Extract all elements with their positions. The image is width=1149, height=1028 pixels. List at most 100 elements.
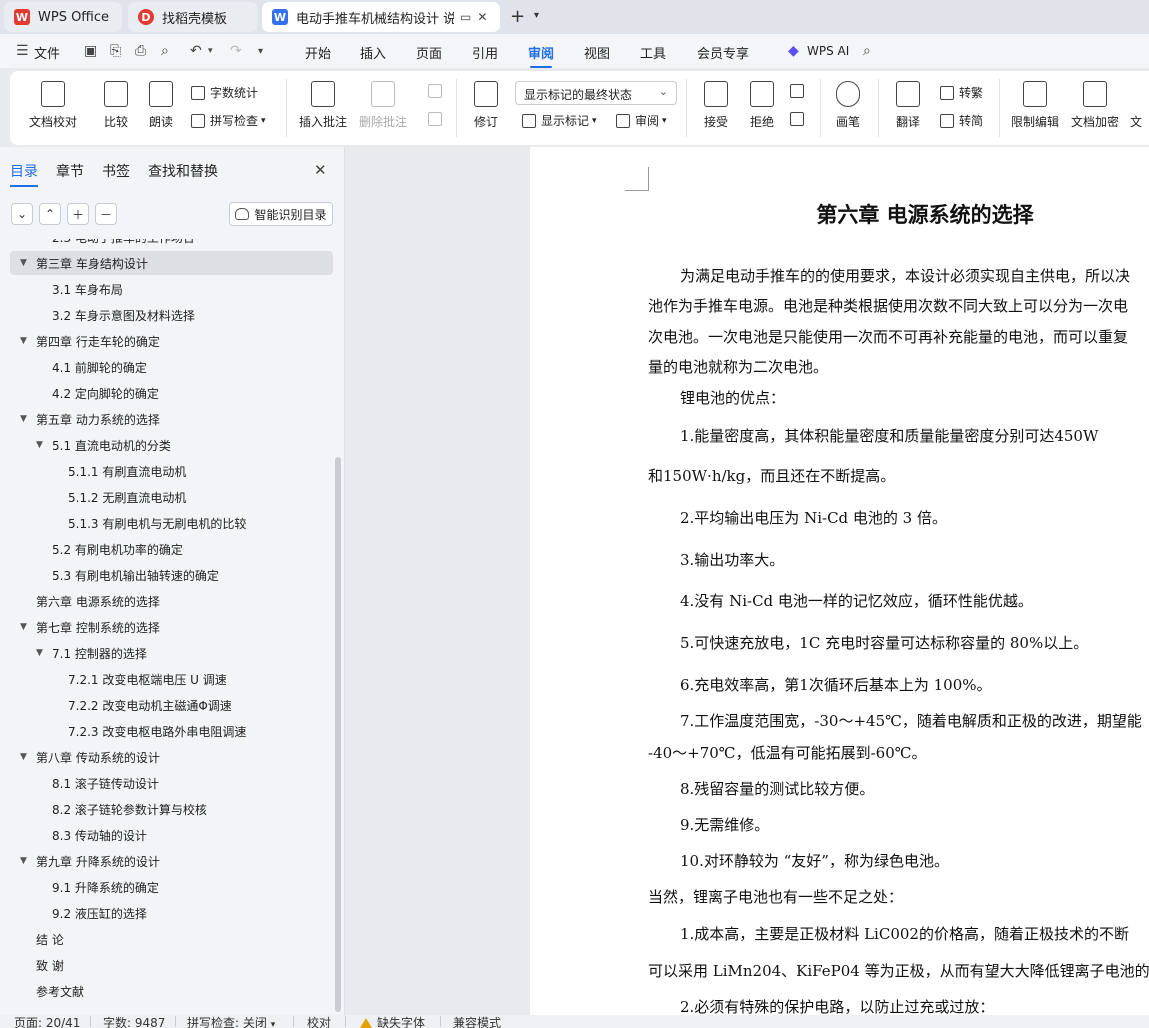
expand-triangle-icon[interactable]: ▼ [36,648,52,658]
toc-item[interactable]: 第六章 电源系统的选择 [10,589,333,613]
nav-tab-find-replace[interactable]: 查找和替换 [148,161,218,181]
delete-comment-button[interactable]: 删除批注 [356,81,410,130]
show-markup-button[interactable]: 显示标记 ▾ [522,112,597,129]
tab-document[interactable]: W 电动手推车机械结构设计 说明 ▭ ✕ [262,2,500,32]
doc-encrypt-button[interactable]: 文档加密 [1068,81,1122,130]
expand-triangle-icon[interactable]: ▼ [20,622,36,632]
prev-revision-icon[interactable] [790,84,809,98]
toc-item[interactable]: ▼ 第七章 控制系统的选择 [10,615,333,639]
toc-item[interactable]: 参考文献 [10,979,333,1003]
menu-wps-ai[interactable]: WPS AI [807,44,849,58]
menu-reference[interactable]: 引用 [472,43,498,62]
toc-item[interactable]: ▼ 5.1 直流电动机的分类 [10,433,333,457]
close-icon[interactable]: ✕ [314,161,327,179]
translate-button[interactable]: 翻译 [886,81,930,130]
toc-item[interactable]: 7.2.2 改变电动机主磁通Φ调速 [10,693,333,717]
chevron-down-icon[interactable]: ▾ [208,46,213,56]
next-revision-icon[interactable] [790,112,809,126]
toc-item[interactable]: ▼ 7.1 控制器的选择 [10,641,333,665]
smart-toc-button[interactable]: 智能识别目录 [229,202,333,226]
word-count-button[interactable]: 字数统计 [191,84,258,101]
toc-item[interactable]: ▼ 第四章 行走车轮的确定 [10,329,333,353]
save-icon[interactable]: ▣ [84,43,97,59]
toc-item[interactable]: 5.1.2 无刷直流电动机 [10,485,333,509]
prev-comment-icon[interactable] [428,84,447,98]
document-page[interactable]: 第六章 电源系统的选择 为满足电动手推车的的使用要求，本设计必须实现自主供电，所… [530,147,1149,1015]
expand-down-button[interactable]: ⌄ [11,203,33,225]
reject-button[interactable]: 拒绝 [742,81,782,130]
window-icon[interactable]: ▭ [460,10,471,24]
toc-item[interactable]: 4.2 定向脚轮的确定 [10,381,333,405]
toc-item[interactable]: 5.2 有刷电机功率的确定 [10,537,333,561]
toc-item[interactable]: 结 论 [10,927,333,951]
nav-scrollbar[interactable] [335,457,341,1012]
hamburger-icon[interactable]: ☰ [16,43,29,59]
toc-item[interactable]: ▼ 第八章 传动系统的设计 [10,745,333,769]
tab-template[interactable]: D 找稻壳模板 [128,2,258,32]
tab-wps-office[interactable]: W WPS Office [4,2,122,32]
nav-tab-chapters[interactable]: 章节 [56,161,84,181]
toc-item[interactable]: ▼ 第三章 车身结构设计 [10,251,333,275]
to-traditional-button[interactable]: 转繁 [940,84,983,101]
accept-button[interactable]: 接受 [696,81,736,130]
more-button[interactable]: 文 [1130,113,1142,130]
expand-triangle-icon[interactable]: ▼ [20,856,36,866]
expand-triangle-icon[interactable]: ▼ [20,752,36,762]
toc-item[interactable]: 8.1 滚子链传动设计 [10,771,333,795]
chevron-down-icon[interactable]: ▾ [258,46,263,57]
restrict-edit-button[interactable]: 限制编辑 [1008,81,1062,130]
chevron-down-icon[interactable]: ▾ [534,10,539,21]
nav-tab-bookmarks[interactable]: 书签 [102,161,130,181]
word-count-status[interactable]: 字数: 9487 [103,1014,165,1028]
menu-view[interactable]: 视图 [584,43,610,62]
toc-item[interactable]: 8.2 滚子链轮参数计算与校核 [10,797,333,821]
collapse-up-button[interactable]: ⌃ [39,203,61,225]
menu-tools[interactable]: 工具 [640,43,666,62]
toc-item[interactable]: 3.1 车身布局 [10,277,333,301]
toc-item[interactable]: 7.2.1 改变电枢端电压 U 调速 [10,667,333,691]
insert-comment-button[interactable]: 插入批注 [296,81,350,130]
expand-triangle-icon[interactable]: ▼ [20,336,36,346]
toc-item[interactable]: 致 谢 [10,953,333,977]
plus-icon[interactable]: + [510,6,525,27]
nav-tab-toc[interactable]: 目录 [10,161,38,187]
toc-item[interactable]: 3.2 车身示意图及材料选择 [10,303,333,327]
toc-item[interactable]: 7.2.3 改变电枢电路外串电阻调速 [10,719,333,743]
markup-state-select[interactable]: 显示标记的最终状态 ⌄ [515,81,677,105]
add-heading-button[interactable]: ＋ [67,203,89,225]
spell-check-status[interactable]: 拼写检查: 关闭 ▾ [187,1014,275,1028]
redo-icon[interactable]: ↷ [230,43,242,59]
menu-page[interactable]: 页面 [416,43,442,62]
expand-triangle-icon[interactable]: ▼ [20,258,36,268]
review-pane-button[interactable]: 审阅 ▾ [616,112,667,129]
proofread-status[interactable]: 校对 [307,1014,331,1028]
menu-review[interactable]: 审阅 [528,43,554,68]
preview-icon[interactable]: ⌕ [161,43,169,59]
page-indicator[interactable]: 页面: 20/41 [14,1014,80,1028]
expand-triangle-icon[interactable]: ▼ [36,440,52,450]
toc-item[interactable]: 5.3 有刷电机输出轴转速的确定 [10,563,333,587]
to-simplified-button[interactable]: 转简 [940,112,983,129]
next-comment-icon[interactable] [428,112,447,126]
menu-file[interactable]: 文件 [34,43,60,62]
toc-item[interactable]: 5.1.1 有刷直流电动机 [10,459,333,483]
toc-item[interactable]: 4.1 前脚轮的确定 [10,355,333,379]
toc-item[interactable]: 8.3 传动轴的设计 [10,823,333,847]
spell-check-button[interactable]: 拼写检查 ▾ [191,112,266,129]
menu-insert[interactable]: 插入 [360,43,386,62]
menu-member[interactable]: 会员专享 [697,43,749,62]
revise-button[interactable]: 修订 [466,81,506,130]
missing-font-status[interactable]: 缺失字体 [360,1014,425,1028]
remove-heading-button[interactable]: － [95,203,117,225]
menu-home[interactable]: 开始 [305,43,331,62]
print-icon[interactable]: ⎙ [135,43,146,59]
toc-item[interactable]: 5.1.3 有刷电机与无刷电机的比较 [10,511,333,535]
toc-item[interactable]: 2.3 电动手推车的工作场合 [10,239,333,249]
expand-triangle-icon[interactable]: ▼ [20,414,36,424]
doc-check-button[interactable]: 文档校对 [28,81,78,130]
close-icon[interactable]: ✕ [477,10,487,24]
compare-button[interactable]: 比较 [96,81,136,130]
undo-icon[interactable]: ↶ [190,43,202,59]
toc-item[interactable]: ▼ 第五章 动力系统的选择 [10,407,333,431]
toc-item[interactable]: 9.2 液压缸的选择 [10,901,333,925]
